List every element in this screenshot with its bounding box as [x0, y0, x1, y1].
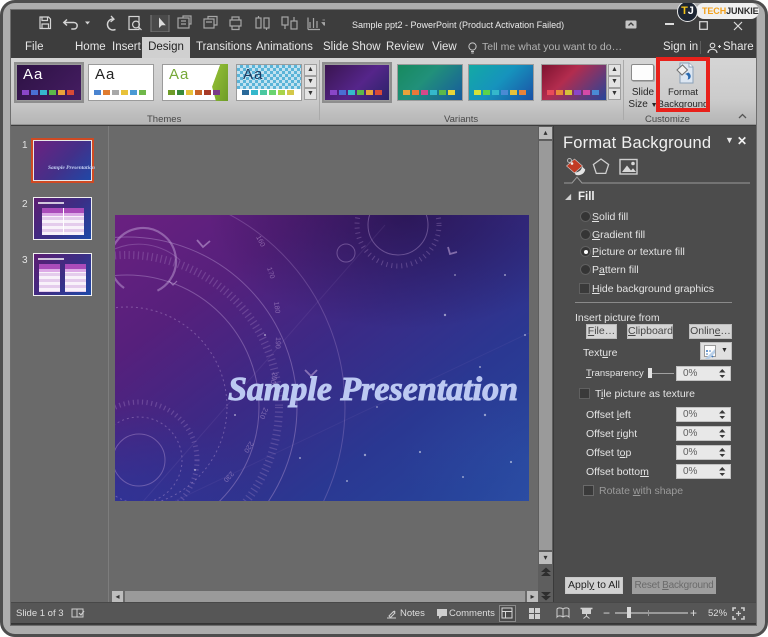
svg-text:170: 170 — [265, 266, 275, 279]
svg-text:230: 230 — [222, 470, 235, 483]
svg-text:190: 190 — [274, 337, 281, 349]
svg-text:220: 220 — [242, 440, 254, 454]
svg-text:160: 160 — [254, 235, 266, 249]
svg-text:180: 180 — [272, 301, 281, 314]
